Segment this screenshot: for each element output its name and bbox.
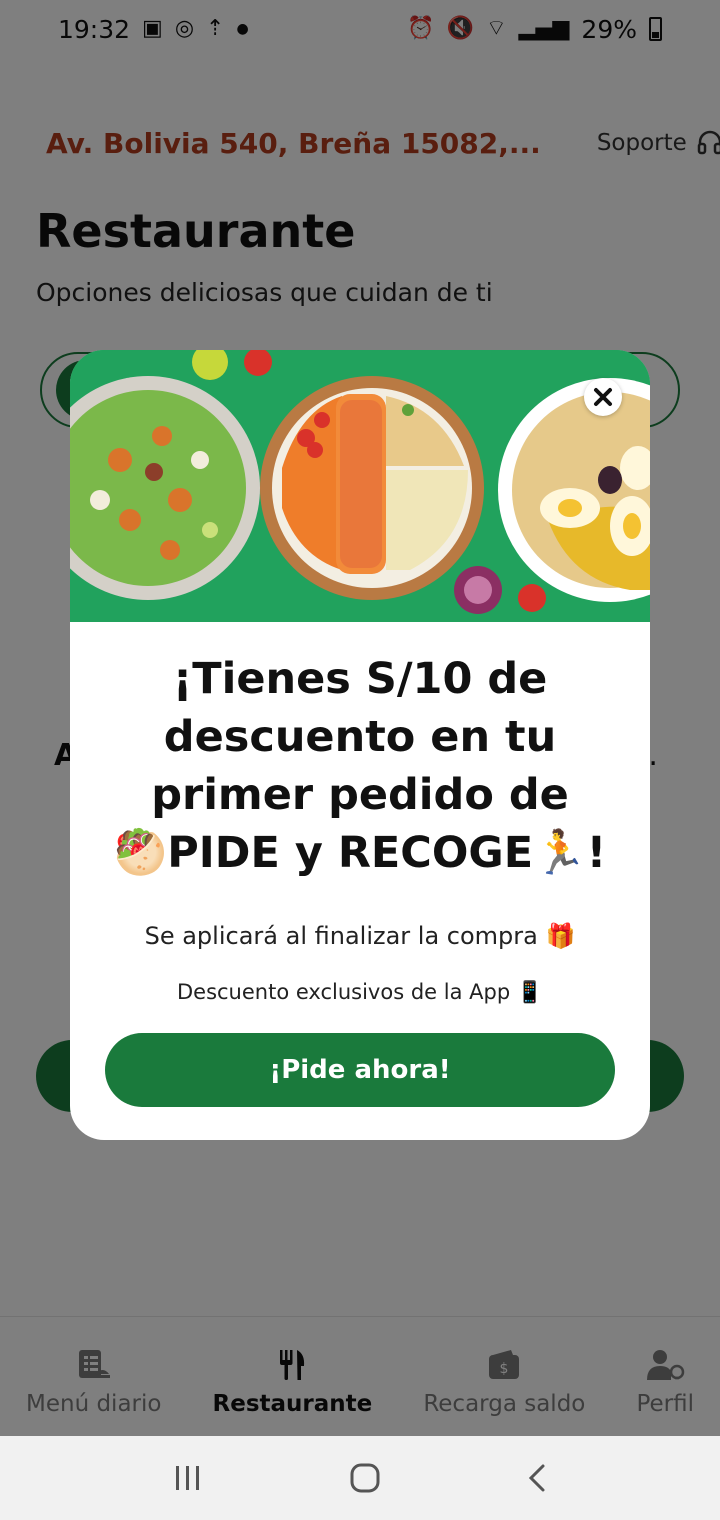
wrap-emoji-icon: 🥙 xyxy=(113,828,168,878)
phone-emoji-icon: 📱 xyxy=(516,980,543,1004)
headline-line: 🥙PIDE y RECOGE🏃! xyxy=(90,824,630,882)
gift-emoji-icon: 🎁 xyxy=(545,922,576,950)
headline-line: ¡Tienes S/10 de xyxy=(172,654,548,704)
recent-apps-icon[interactable] xyxy=(173,1464,203,1492)
system-nav-bar xyxy=(0,1436,720,1520)
headline-line: descuento en tu xyxy=(163,712,557,762)
exclusive-text: Descuento exclusivos de la App xyxy=(176,980,511,1004)
app-exclusive-text: Descuento exclusivos de la App 📱 xyxy=(90,980,630,1005)
pide-y-recoge-text: PIDE y RECOGE xyxy=(167,828,534,878)
headline-exclamation: ! xyxy=(586,828,607,878)
back-icon[interactable] xyxy=(527,1463,547,1493)
close-icon xyxy=(594,388,612,406)
promo-modal: ¡Tienes S/10 de descuento en tu primer p… xyxy=(70,350,650,1140)
apply-at-checkout-text: Se aplicará al finalizar la compra 🎁 xyxy=(90,922,630,950)
headline-line: primer pedido de xyxy=(151,770,569,820)
order-now-button[interactable]: ¡Pide ahora! xyxy=(105,1033,615,1107)
home-icon[interactable] xyxy=(349,1462,381,1494)
promo-headline: ¡Tienes S/10 de descuento en tu primer p… xyxy=(90,650,630,882)
food-bowls-illustration xyxy=(70,350,650,622)
info-text: Se aplicará al finalizar la compra xyxy=(144,922,538,950)
runner-emoji-icon: 🏃 xyxy=(533,828,587,878)
food-banner-image xyxy=(70,350,650,622)
close-button[interactable] xyxy=(584,378,622,416)
